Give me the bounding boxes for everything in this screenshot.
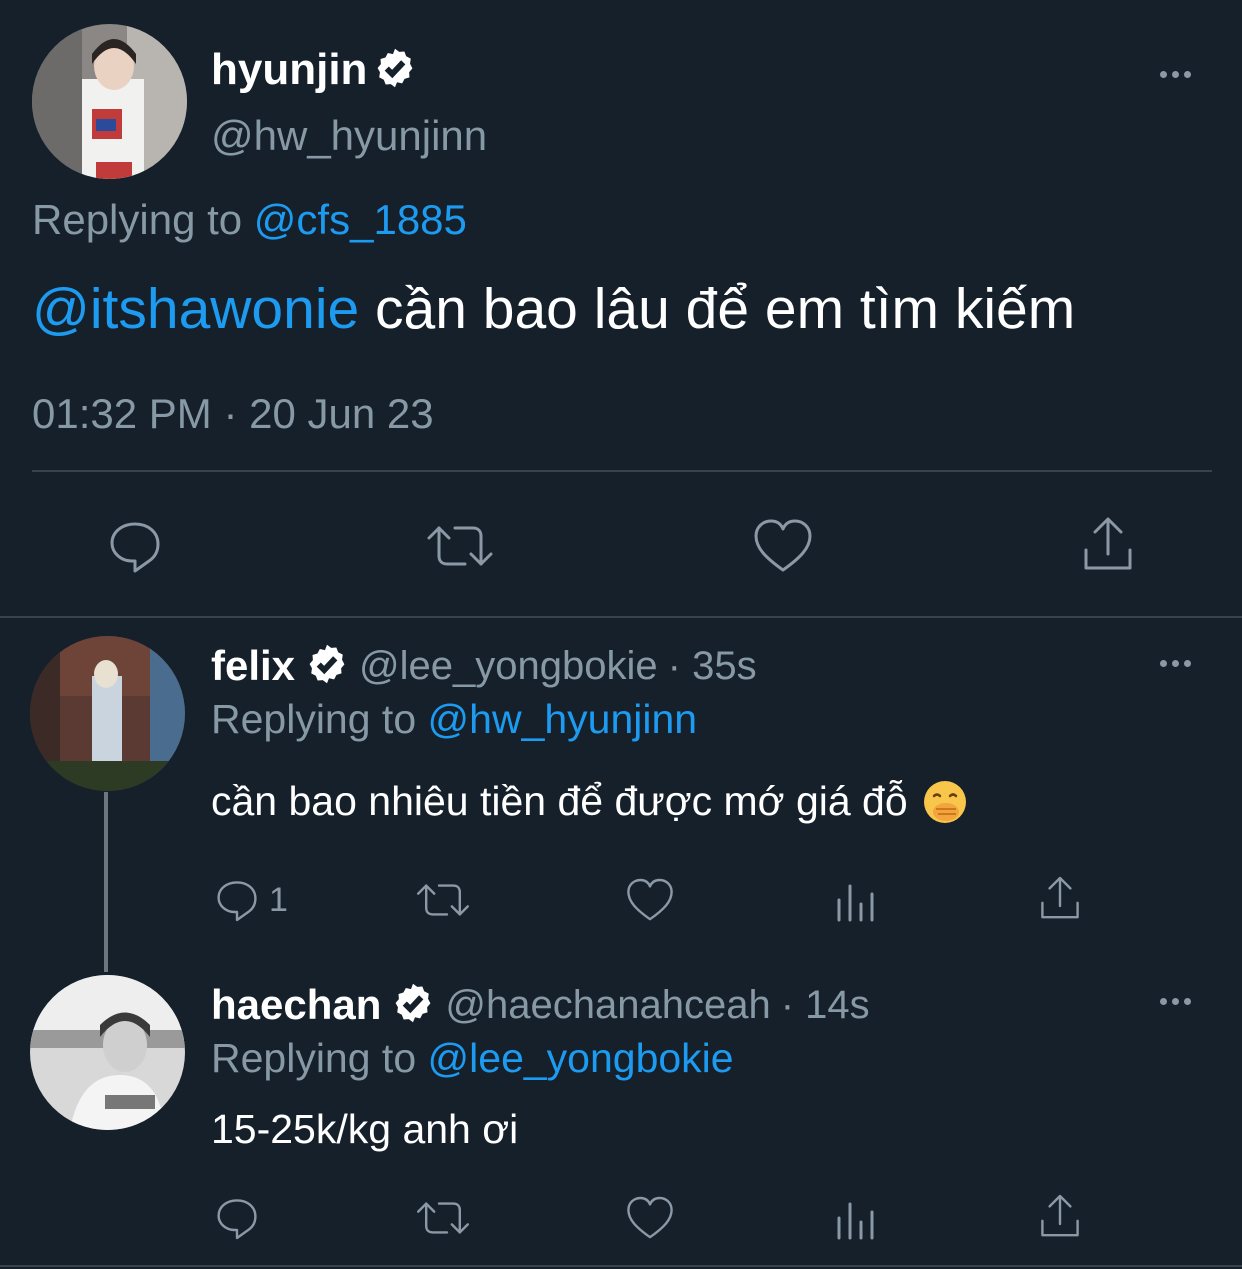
reply-header: haechan @haechanahceah · 14s (211, 975, 870, 1035)
tweet-timestamp[interactable]: 01:32 PM · 20 Jun 23 (32, 390, 434, 438)
replying-to-line: Replying to @lee_yongbokie (211, 1035, 734, 1082)
share-icon[interactable] (1078, 514, 1138, 574)
reply-body: cần bao nhiêu tiền để được mớ giá đỗ (211, 778, 908, 824)
more-options-icon[interactable] (1160, 71, 1191, 78)
analytics-icon[interactable] (833, 1196, 879, 1242)
replying-to-label: Replying to (211, 696, 417, 742)
replying-to-link[interactable]: @hw_hyunjinn (428, 696, 698, 742)
verified-badge-icon (391, 981, 435, 1030)
reply-icon[interactable]: 1 (213, 876, 288, 924)
replying-to-label: Replying to (32, 196, 243, 243)
share-icon[interactable] (1036, 1192, 1084, 1240)
reply-display-name[interactable]: felix (211, 642, 295, 690)
replying-to-line: Replying to @cfs_1885 (32, 196, 467, 244)
avatar-hyunjin[interactable] (32, 24, 187, 179)
replying-to-link[interactable]: @cfs_1885 (254, 196, 467, 243)
author-name-row: hyunjin (211, 40, 417, 100)
verified-badge-icon (305, 642, 349, 691)
thread-line (104, 792, 108, 972)
replying-to-label: Replying to (211, 1035, 417, 1081)
mention-link[interactable]: @itshawonie (32, 277, 359, 341)
reply-time[interactable]: · 14s (781, 983, 870, 1028)
like-icon[interactable] (625, 876, 675, 924)
retweet-icon[interactable] (415, 1194, 471, 1242)
reply-header: felix @lee_yongbokie · 35s (211, 636, 757, 696)
like-icon[interactable] (752, 516, 814, 576)
avatar-haechan[interactable] (30, 975, 185, 1130)
more-options-icon[interactable] (1160, 998, 1191, 1005)
author-display-name[interactable]: hyunjin (211, 45, 367, 95)
hand-over-mouth-icon (923, 780, 966, 823)
bottom-divider (0, 1265, 1242, 1267)
reply-count: 1 (269, 880, 288, 919)
section-divider (0, 616, 1242, 618)
reply-time[interactable]: · 35s (668, 644, 757, 689)
more-options-icon[interactable] (1160, 660, 1191, 667)
reply-handle[interactable]: @haechanahceah (445, 983, 770, 1028)
share-icon[interactable] (1036, 874, 1084, 922)
verified-badge-icon (373, 46, 417, 95)
replying-to-line: Replying to @hw_hyunjinn (211, 696, 697, 743)
reply-icon[interactable] (213, 1194, 261, 1242)
retweet-icon[interactable] (415, 876, 471, 924)
reply-handle[interactable]: @lee_yongbokie (359, 644, 658, 689)
retweet-icon[interactable] (425, 516, 495, 576)
reply-icon[interactable] (105, 516, 165, 576)
like-icon[interactable] (625, 1194, 675, 1242)
replying-to-link[interactable]: @lee_yongbokie (428, 1035, 734, 1081)
reply-display-name[interactable]: haechan (211, 981, 381, 1029)
tweet-text: @itshawonie cần bao lâu để em tìm kiếm (32, 276, 1075, 342)
analytics-icon[interactable] (833, 878, 879, 924)
reply-text: cần bao nhiêu tiền để được mớ giá đỗ 🤭 (211, 778, 968, 825)
avatar-felix[interactable] (30, 636, 185, 791)
tweet-body: cần bao lâu để em tìm kiếm (375, 277, 1076, 341)
author-handle[interactable]: @hw_hyunjinn (211, 112, 487, 160)
divider (32, 470, 1212, 472)
reply-body: 15-25k/kg anh ơi (211, 1106, 519, 1152)
